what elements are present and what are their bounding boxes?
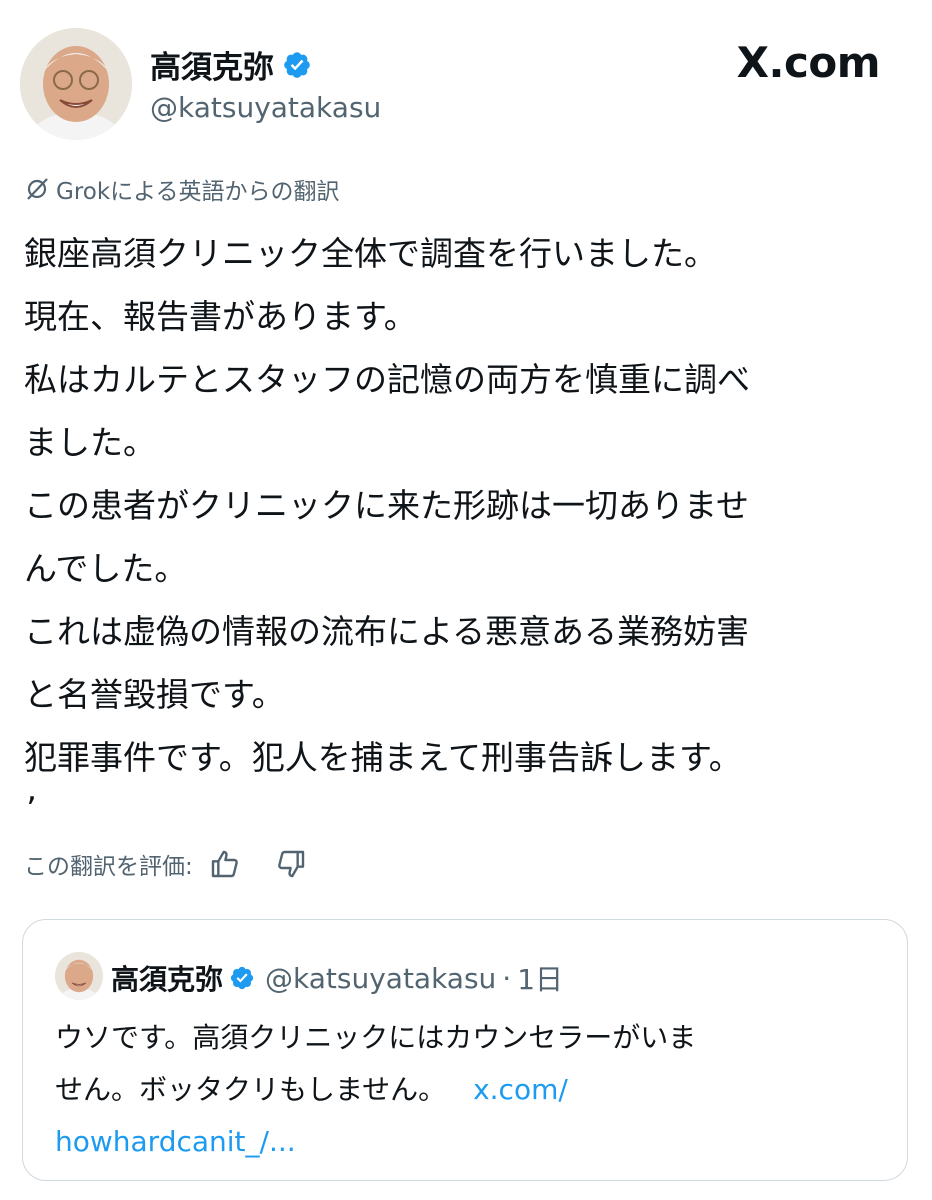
quoted-header: 高須克弥 @katsuyatakasu · 1日 — [111, 958, 563, 998]
author-handle[interactable]: @katsuyatakasu — [150, 91, 381, 124]
quoted-link-continued[interactable]: howhardcanit_/... — [55, 1125, 296, 1158]
quoted-separator: · — [502, 961, 512, 995]
quoted-author-avatar[interactable] — [55, 952, 103, 1000]
body-line: 銀座高須クリニック全体で調査を行いました。 — [24, 234, 717, 273]
post-body: 銀座高須クリニック全体で調査を行いました。 現在、報告書があります。 私はカルテ… — [24, 222, 904, 789]
post-header: 高須克弥 @katsuyatakasu X.com — [0, 0, 932, 150]
quoted-time[interactable]: 1日 — [517, 958, 563, 998]
translation-label-row: Grokによる英語からの翻訳 — [24, 172, 339, 206]
body-line: 現在、報告書があります。 — [24, 297, 417, 336]
quoted-handle[interactable]: @katsuyatakasu — [265, 962, 496, 995]
rate-label: この翻訳を評価: — [24, 854, 193, 880]
translation-label: Grokによる英語からの翻訳 — [56, 179, 340, 205]
body-line: 犯罪事件です。犯人を捕まえて刑事告訴します。 — [24, 738, 742, 777]
thumbs-up-icon[interactable] — [205, 844, 245, 884]
body-line: この患者がクリニックに来た形跡は一切ありませ — [24, 486, 750, 525]
quoted-body: ウソです。高須クリニックにはカウンセラーがいま せん。ボッタクリもしません。 x… — [55, 1012, 885, 1168]
avatar-photo — [20, 28, 132, 140]
trailing-mark: ’ — [26, 790, 37, 830]
quoted-post-card[interactable]: 高須克弥 @katsuyatakasu · 1日 ウソです。高須クリニックにはカ… — [22, 919, 908, 1181]
quoted-line-text: せん。ボッタクリもしません。 — [55, 1073, 447, 1106]
body-line: と名誉毀損です。 — [24, 675, 285, 714]
author-name-row: 高須克弥 — [150, 42, 312, 87]
body-line: これは虚偽の情報の流布による悪意ある業務妨害 — [24, 612, 750, 651]
author-avatar[interactable] — [20, 28, 132, 140]
body-line: んでした。 — [24, 549, 188, 588]
verified-badge-icon — [229, 965, 255, 991]
body-line: ました。 — [24, 423, 156, 462]
rate-translation-row: この翻訳を評価: — [24, 844, 311, 884]
thumbs-down-icon[interactable] — [271, 844, 311, 884]
body-line: 私はカルテとスタッフの記憶の両方を慎重に調べ — [24, 360, 750, 399]
quoted-line: せん。ボッタクリもしません。 x.com/ — [55, 1064, 885, 1116]
verified-badge-icon — [282, 50, 312, 80]
quoted-line: howhardcanit_/... — [55, 1116, 885, 1168]
quoted-link[interactable]: x.com/ — [473, 1073, 568, 1106]
author-display-name[interactable]: 高須克弥 — [150, 42, 274, 87]
quoted-display-name[interactable]: 高須克弥 — [111, 958, 223, 998]
x-logo: X.com — [736, 38, 881, 87]
quoted-line: ウソです。高須クリニックにはカウンセラーがいま — [55, 1021, 697, 1054]
grok-icon — [24, 176, 50, 202]
avatar-photo — [55, 952, 103, 1000]
